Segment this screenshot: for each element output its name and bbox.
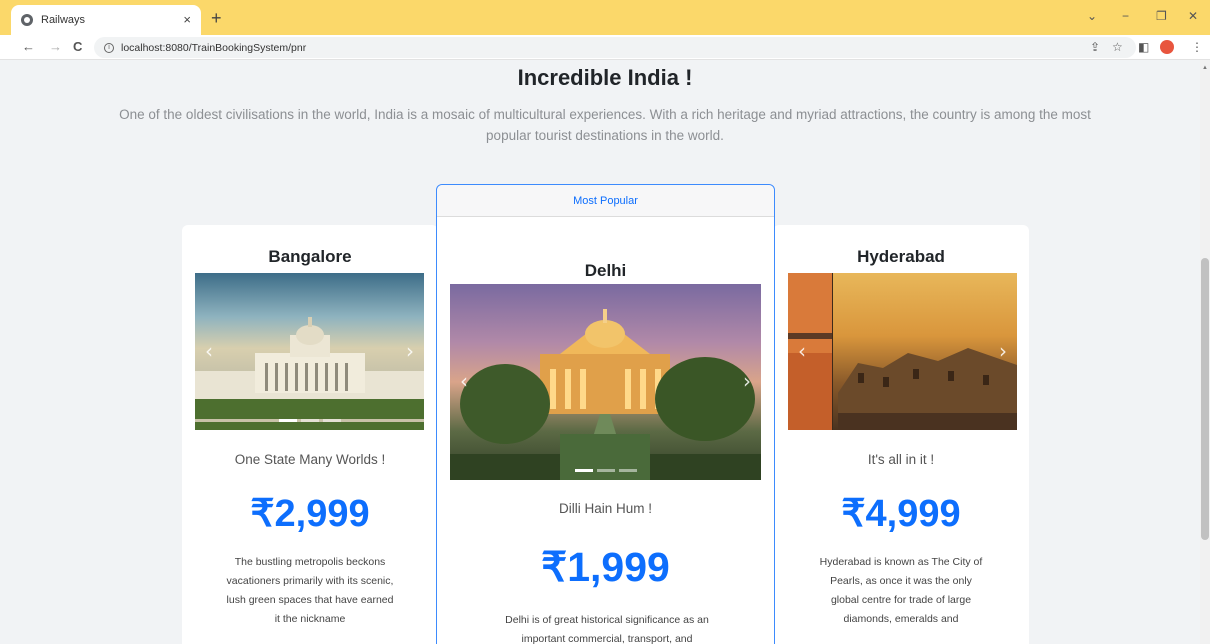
carousel-indicators[interactable] [574, 469, 637, 472]
scroll-up-arrow-icon[interactable]: ▲ [1202, 65, 1208, 71]
back-button[interactable]: ← [22, 39, 35, 54]
side-panel-icon[interactable]: ◧ [1138, 40, 1149, 54]
globe-icon [21, 14, 33, 26]
tab-search-icon[interactable]: ⌄ [1087, 9, 1097, 23]
url-text: localhost:8080/TrainBookingSystem/pnr [121, 41, 307, 54]
card-title: Bangalore [268, 247, 352, 266]
card-tagline: Dilli Hain Hum ! [558, 501, 653, 516]
carousel-hyderabad: ‹ › [788, 273, 1017, 430]
forward-button[interactable]: → [49, 39, 62, 54]
card-description: The bustling metropolis beckons vacation… [226, 556, 394, 625]
share-icon[interactable]: ⇪ [1090, 40, 1100, 54]
browser-toolbar: ← → C i localhost:8080/TrainBookingSyste… [0, 35, 1210, 60]
carousel-delhi: ‹ › [450, 284, 761, 480]
card-bangalore: Bangalore ‹ › One State Many Worlds ! ₹2… [182, 225, 438, 644]
tab-title: Railways [41, 14, 86, 26]
card-description: Hyderabad is known as The City of Pearls… [819, 556, 983, 625]
card-title: Delhi [584, 261, 627, 280]
restore-button[interactable]: ❐ [1156, 9, 1167, 23]
carousel-prev-button[interactable]: ‹ [460, 369, 468, 393]
new-tab-button[interactable]: + [211, 8, 222, 29]
card-delhi: Most Popular Delhi ‹ › Dilli Hain Hum ! … [436, 184, 775, 644]
browser-tab[interactable]: Railways × [11, 5, 201, 35]
carousel-next-button[interactable]: › [406, 339, 414, 363]
browser-tab-bar: Railways × + ⌄ − ❐ ✕ [0, 0, 1210, 35]
site-info-icon[interactable]: i [104, 42, 114, 53]
address-bar[interactable]: i localhost:8080/TrainBookingSystem/pnr [94, 37, 1136, 58]
card-tagline: It's all in it ! [867, 452, 935, 467]
card-hyderabad: Hyderabad ‹ › It's all in it ! ₹4,999 Hy… [773, 225, 1029, 644]
card-title: Hyderabad [857, 247, 945, 266]
bookmark-star-icon[interactable]: ☆ [1112, 40, 1123, 54]
card-price: ₹4,999 [841, 493, 961, 535]
carousel-next-button[interactable]: › [743, 369, 751, 393]
scrollbar-thumb[interactable] [1201, 258, 1209, 540]
minimize-button[interactable]: − [1122, 9, 1129, 23]
card-price: ₹1,999 [541, 544, 670, 590]
profile-avatar[interactable] [1160, 40, 1174, 54]
card-price: ₹2,999 [250, 493, 370, 535]
close-window-button[interactable]: ✕ [1188, 9, 1198, 23]
carousel-bangalore: ‹ › [195, 273, 424, 430]
carousel-indicators[interactable] [278, 419, 341, 422]
card-tagline: One State Many Worlds ! [234, 452, 386, 467]
akshardham-temple-image [450, 309, 761, 480]
tab-close-icon[interactable]: × [183, 12, 191, 27]
carousel-next-button[interactable]: › [999, 339, 1007, 363]
vidhana-soudha-image [195, 317, 424, 430]
page-lead-text: One of the oldest civilisations in the w… [119, 107, 1091, 143]
card-description: Delhi is of great historical significanc… [505, 614, 709, 644]
carousel-prev-button[interactable]: ‹ [798, 339, 806, 363]
page-title: Incredible India ! [517, 65, 693, 90]
browser-menu-icon[interactable]: ⋮ [1191, 40, 1203, 54]
carousel-prev-button[interactable]: ‹ [205, 339, 213, 363]
golconda-fort-image [788, 273, 1017, 430]
most-popular-badge: Most Popular [437, 185, 774, 217]
reload-button[interactable]: C [73, 39, 82, 54]
page-content: Incredible India ! One of the oldest civ… [0, 60, 1200, 644]
